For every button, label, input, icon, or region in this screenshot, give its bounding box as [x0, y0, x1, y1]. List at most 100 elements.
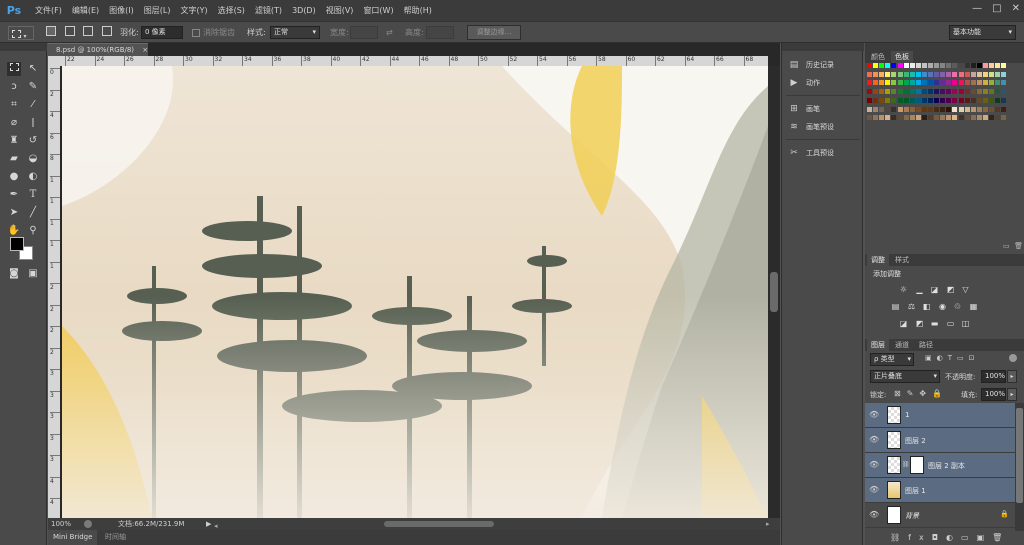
color-swatch[interactable]: [885, 115, 891, 121]
fill-input[interactable]: 100%: [981, 388, 1006, 401]
color-swatch[interactable]: [915, 106, 921, 112]
color-swatch[interactable]: [958, 71, 964, 77]
line-tool[interactable]: ╱: [26, 206, 40, 220]
color-swatch[interactable]: [940, 63, 946, 68]
color-swatch[interactable]: [928, 80, 933, 86]
menu-filter[interactable]: 滤镜(T): [255, 5, 282, 16]
color-swatch[interactable]: [989, 71, 994, 77]
layer-row[interactable]: 👁 背景 🔒: [865, 503, 1015, 528]
color-swatch[interactable]: [934, 97, 940, 103]
color-swatch[interactable]: [989, 80, 994, 86]
color-swatch[interactable]: [897, 115, 903, 121]
color-swatch[interactable]: [873, 80, 879, 86]
photo-filter-icon[interactable]: ◉: [937, 302, 948, 312]
color-swatch[interactable]: [964, 80, 970, 86]
eyedropper-tool[interactable]: ⁄: [26, 98, 40, 112]
tab-timeline[interactable]: 时间轴: [100, 530, 131, 545]
refine-edge-button[interactable]: 调整边缘...: [467, 25, 521, 40]
color-swatch[interactable]: [995, 80, 1001, 86]
color-swatch[interactable]: [873, 106, 879, 112]
color-swatch[interactable]: [970, 80, 976, 86]
eye-icon[interactable]: 👁: [869, 510, 881, 519]
color-swatch[interactable]: [934, 71, 940, 77]
color-swatch[interactable]: [921, 115, 927, 121]
eye-icon[interactable]: 👁: [869, 485, 881, 494]
color-swatch[interactable]: [982, 106, 988, 112]
scroll-left-icon[interactable]: ◂: [214, 520, 222, 530]
color-swatch[interactable]: [903, 115, 909, 121]
color-swatch[interactable]: [921, 71, 927, 77]
crop-tool[interactable]: ⌗: [7, 98, 21, 112]
color-swatch[interactable]: [976, 97, 982, 103]
color-swatch[interactable]: [934, 106, 940, 112]
tab-channels[interactable]: 通道: [891, 339, 913, 351]
color-swatch[interactable]: [964, 115, 970, 121]
color-swatch[interactable]: [952, 80, 958, 86]
color-swatch[interactable]: [891, 71, 897, 77]
color-swatch[interactable]: [879, 71, 885, 77]
layer-row[interactable]: 👁 ⛓ 图层 2 副本: [865, 453, 1015, 478]
color-swatch[interactable]: [928, 97, 933, 103]
color-swatch[interactable]: [921, 80, 927, 86]
color-swatch[interactable]: [946, 115, 952, 121]
trash-icon[interactable]: 🗑: [1014, 242, 1023, 250]
color-swatch[interactable]: [1001, 63, 1007, 68]
color-swatch[interactable]: [879, 97, 885, 103]
color-swatch[interactable]: [989, 89, 994, 95]
menu-window[interactable]: 窗口(W): [363, 5, 393, 16]
exposure-icon[interactable]: ◩: [945, 285, 956, 295]
move-tool[interactable]: ↖: [26, 62, 40, 76]
eye-icon[interactable]: 👁: [869, 410, 881, 419]
color-swatch[interactable]: [867, 63, 872, 68]
color-swatch[interactable]: [1001, 80, 1007, 86]
add-selection-icon[interactable]: [64, 26, 75, 36]
new-swatch-icon[interactable]: ▭: [1003, 242, 1010, 250]
color-swatch[interactable]: [909, 80, 915, 86]
threshold-icon[interactable]: ▬: [929, 319, 940, 329]
eye-icon[interactable]: 👁: [869, 460, 881, 469]
menu-help[interactable]: 帮助(H): [404, 5, 432, 16]
width-input[interactable]: [350, 26, 378, 39]
color-swatch[interactable]: [873, 89, 879, 95]
lasso-tool[interactable]: ↄ: [7, 80, 21, 94]
filter-toggle-icon[interactable]: [1009, 354, 1017, 362]
color-swatch[interactable]: [1001, 115, 1007, 121]
color-swatch[interactable]: [928, 63, 933, 68]
color-swatch[interactable]: [885, 89, 891, 95]
color-swatch[interactable]: [934, 89, 940, 95]
color-swatch[interactable]: [970, 89, 976, 95]
color-swatch[interactable]: [903, 63, 909, 68]
color-swatch[interactable]: [879, 106, 885, 112]
color-swatch[interactable]: [946, 89, 952, 95]
color-swatch[interactable]: [879, 89, 885, 95]
opacity-slider-button[interactable]: ▸: [1007, 370, 1017, 383]
color-lookup-icon[interactable]: ▦: [968, 302, 979, 312]
status-menu-arrow-icon[interactable]: ▶: [206, 518, 211, 530]
color-swatch[interactable]: [915, 71, 921, 77]
menu-3d[interactable]: 3D(D): [292, 6, 316, 15]
zoom-tool[interactable]: ⚲: [26, 224, 40, 238]
layer-row[interactable]: 👁 图层 1: [865, 478, 1015, 503]
blur-tool[interactable]: ●: [7, 170, 21, 184]
color-swatch[interactable]: [940, 80, 946, 86]
color-swatch[interactable]: [964, 89, 970, 95]
history-brush-tool[interactable]: ↺: [26, 134, 40, 148]
canvas-artwork[interactable]: [62, 66, 768, 518]
menu-select[interactable]: 选择(S): [218, 5, 245, 16]
color-swatch[interactable]: [909, 89, 915, 95]
color-swatch[interactable]: [867, 97, 872, 103]
style-select[interactable]: 正常 ▾: [270, 26, 320, 39]
tab-mini-bridge[interactable]: Mini Bridge: [48, 530, 98, 545]
color-swatch[interactable]: [982, 115, 988, 121]
color-swatch[interactable]: [1001, 71, 1007, 77]
color-swatch[interactable]: [891, 97, 897, 103]
color-swatch[interactable]: [903, 106, 909, 112]
color-swatch[interactable]: [940, 71, 946, 77]
dodge-tool[interactable]: ◐: [26, 170, 40, 184]
color-swatch[interactable]: [915, 115, 921, 121]
layer-row[interactable]: 👁 1: [865, 403, 1015, 428]
document-tab[interactable]: 8.psd @ 100%(RGB/8) ×: [48, 43, 148, 56]
color-swatch[interactable]: [958, 106, 964, 112]
color-swatch[interactable]: [879, 80, 885, 86]
color-swatch[interactable]: [897, 80, 903, 86]
